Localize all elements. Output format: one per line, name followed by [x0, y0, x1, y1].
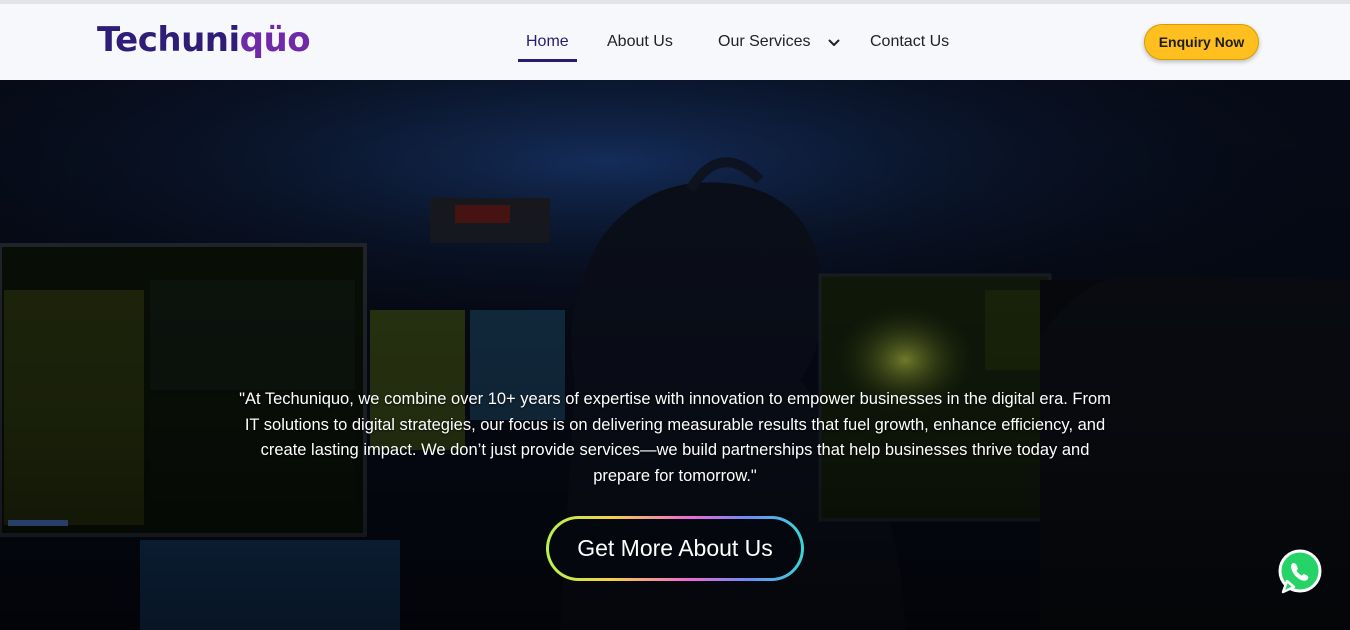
- get-more-about-us-button[interactable]: Get More About Us: [546, 516, 804, 581]
- nav-item-our-services[interactable]: Our Services: [718, 30, 810, 54]
- nav-item-about-us[interactable]: About Us: [607, 30, 673, 54]
- site-header: Techuniqüo Home About Us Our Services Co…: [0, 4, 1350, 80]
- chevron-down-icon[interactable]: [828, 37, 840, 49]
- nav-active-underline: [518, 59, 577, 62]
- get-more-about-us-label: Get More About Us: [549, 519, 801, 578]
- whatsapp-icon[interactable]: [1277, 549, 1323, 595]
- nav-item-home[interactable]: Home: [526, 30, 569, 54]
- hero-section: "At Techuniquo, we combine over 10+ year…: [0, 80, 1350, 630]
- nav-item-contact-us[interactable]: Contact Us: [870, 30, 949, 54]
- enquiry-now-button[interactable]: Enquiry Now: [1144, 24, 1259, 60]
- hero-description: "At Techuniquo, we combine over 10+ year…: [239, 390, 1111, 485]
